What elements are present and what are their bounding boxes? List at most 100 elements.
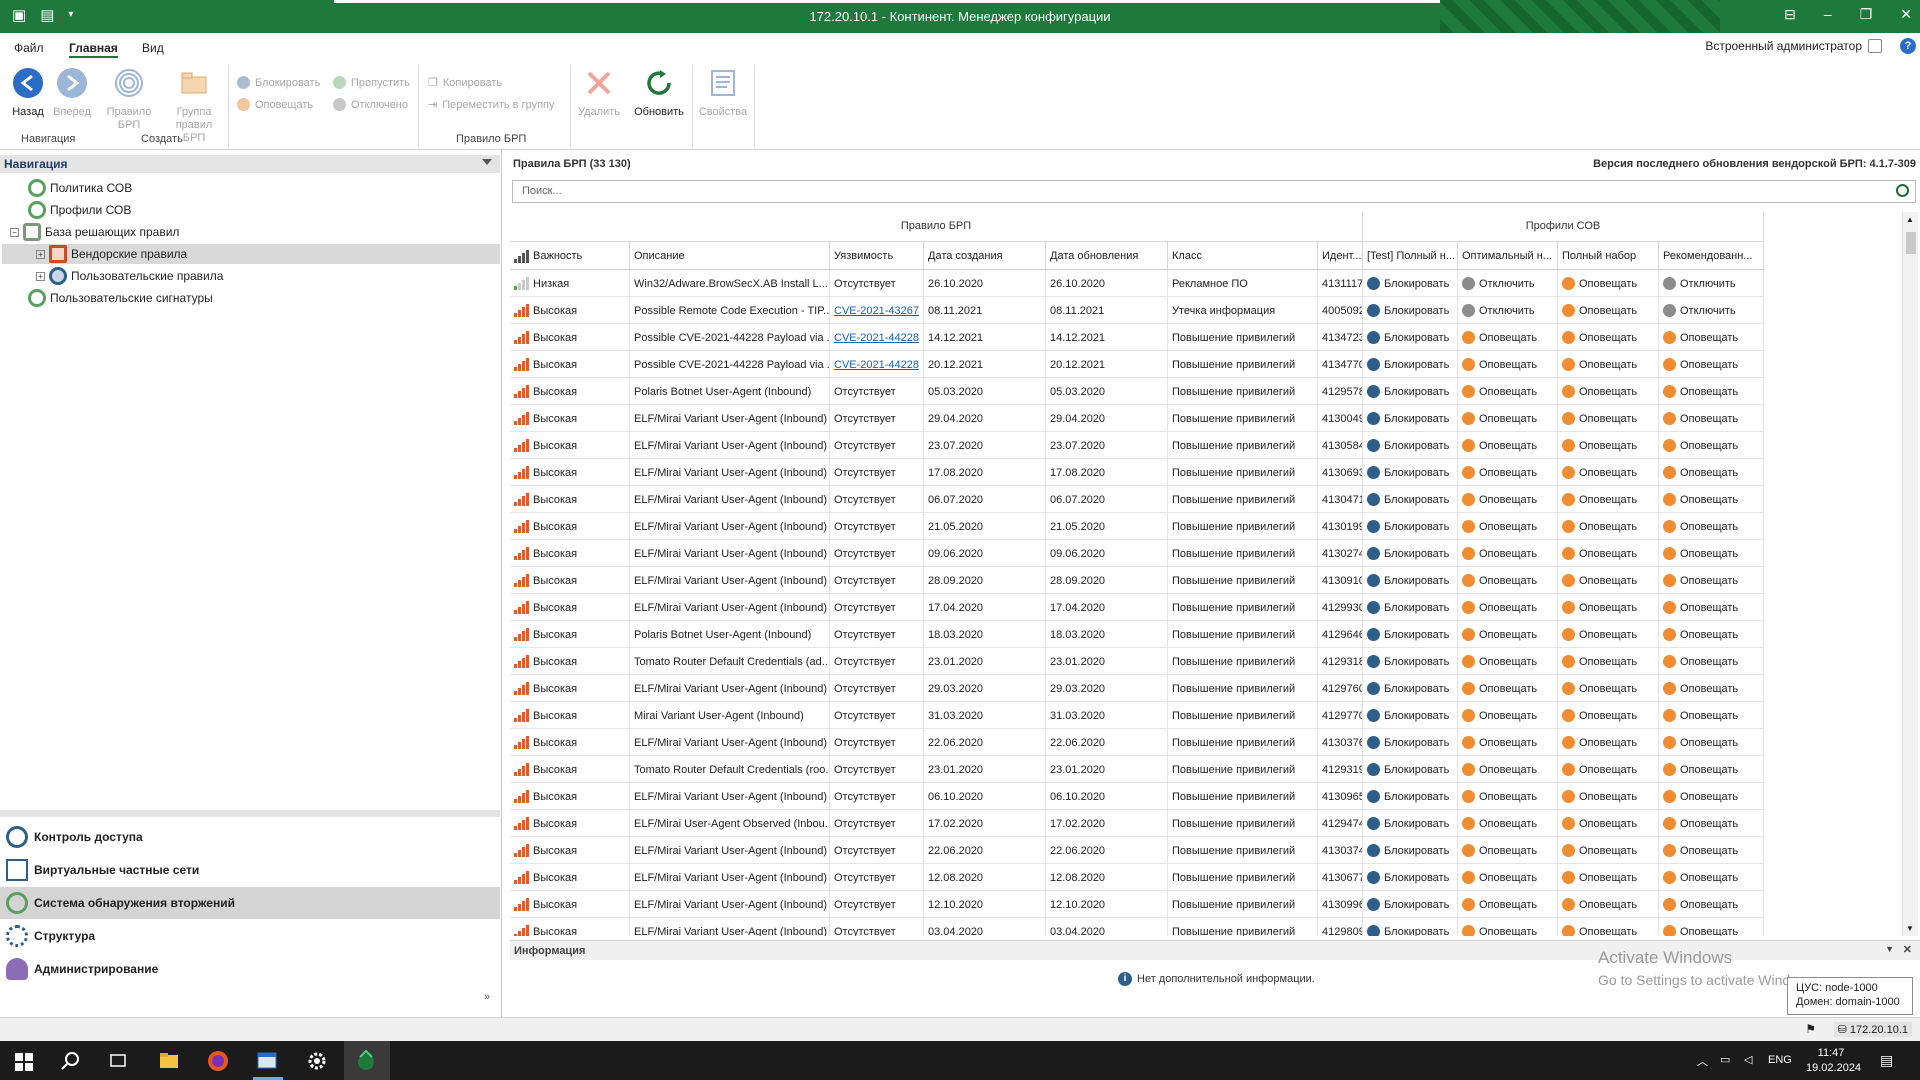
clock[interactable]: 11:47 19.02.2024 bbox=[1806, 1046, 1861, 1076]
tree-ids-profiles[interactable]: Профили СОВ bbox=[28, 200, 131, 220]
table-row[interactable]: Низкая Win32/Adware.BrowSecX.AB Install L… bbox=[510, 270, 1764, 297]
table-row[interactable]: Высокая ELF/Mirai Variant User-Agent (Inb… bbox=[510, 540, 1764, 567]
scroll-down-icon[interactable]: ▼ bbox=[1906, 924, 1914, 933]
help-icon[interactable]: ? bbox=[1900, 38, 1916, 54]
menu-file[interactable]: Файл bbox=[14, 41, 44, 55]
language-indicator[interactable]: ENG bbox=[1768, 1054, 1792, 1066]
maximize-button[interactable]: ❐ bbox=[1860, 6, 1873, 23]
table-row[interactable]: Высокая ELF/Mirai Variant User-Agent (Inb… bbox=[510, 864, 1764, 891]
nav-administration[interactable]: Администрирование bbox=[0, 953, 500, 985]
volume-tray-icon[interactable]: ◁ bbox=[1744, 1053, 1752, 1066]
expand-tree-icon[interactable]: + bbox=[36, 249, 45, 259]
menu-view[interactable]: Вид bbox=[142, 41, 164, 55]
table-row[interactable]: Высокая ELF/Mirai Variant User-Agent (Inb… bbox=[510, 405, 1764, 432]
cve-link[interactable]: CVE-2021-44228 bbox=[834, 325, 919, 351]
search-icon[interactable] bbox=[57, 1047, 85, 1075]
column-header[interactable]: Уязвимость bbox=[830, 242, 924, 270]
table-row[interactable]: Высокая Possible Remote Code Execution - … bbox=[510, 297, 1764, 324]
close-button[interactable]: ✕ bbox=[1900, 6, 1912, 23]
tree-user-rules[interactable]: + Пользовательские правила bbox=[36, 266, 223, 286]
column-header[interactable]: Класс bbox=[1168, 242, 1318, 270]
properties-button[interactable]: Свойства bbox=[697, 67, 749, 119]
table-row[interactable]: Высокая ELF/Mirai Variant User-Agent (Inb… bbox=[510, 837, 1764, 864]
table-row[interactable]: Высокая ELF/Mirai User-Agent Observed (In… bbox=[510, 810, 1764, 837]
table-row[interactable]: Высокая Possible CVE-2021-44228 Payload v… bbox=[510, 351, 1764, 378]
table-row[interactable]: Высокая ELF/Mirai Variant User-Agent (Inb… bbox=[510, 918, 1764, 936]
info-collapse-icon[interactable]: ▼ bbox=[1885, 944, 1894, 954]
table-row[interactable]: Высокая ELF/Mirai Variant User-Agent (Inb… bbox=[510, 783, 1764, 810]
cve-link[interactable]: CVE-2021-44228 bbox=[834, 352, 919, 378]
menu-home[interactable]: Главная bbox=[69, 41, 118, 58]
more-sections-icon[interactable]: » bbox=[484, 991, 490, 1003]
column-header[interactable]: Описание bbox=[630, 242, 830, 270]
table-row[interactable]: Высокая Tomato Router Default Credentials… bbox=[510, 756, 1764, 783]
grid-scrollbar[interactable]: ▲ ▼ bbox=[1902, 212, 1918, 936]
skip-button[interactable]: Пропустить bbox=[333, 76, 410, 89]
refresh-button[interactable]: Обновить bbox=[630, 67, 688, 119]
alert-button[interactable]: Оповещать bbox=[237, 98, 313, 111]
file-explorer-icon[interactable] bbox=[155, 1047, 183, 1075]
windows-start-icon[interactable] bbox=[10, 1047, 38, 1075]
new-rule-button[interactable]: Правило БРП bbox=[104, 67, 154, 132]
table-row[interactable]: Высокая ELF/Mirai Variant User-Agent (Inb… bbox=[510, 729, 1764, 756]
tree-ids-policy[interactable]: Политика СОВ bbox=[28, 178, 132, 198]
column-header[interactable]: [Test] Полный н... bbox=[1363, 242, 1458, 270]
task-view-icon[interactable] bbox=[104, 1047, 132, 1075]
column-header[interactable]: Идент... bbox=[1318, 242, 1363, 270]
column-header[interactable]: Важность bbox=[510, 242, 630, 270]
column-header[interactable]: Оптимальный н... bbox=[1458, 242, 1558, 270]
continent-app-icon[interactable] bbox=[352, 1047, 380, 1075]
table-row[interactable]: Высокая Tomato Router Default Credentials… bbox=[510, 648, 1764, 675]
flag-icon[interactable]: ⚑ bbox=[1805, 1022, 1816, 1036]
tree-user-signatures[interactable]: Пользовательские сигнатуры bbox=[28, 288, 213, 308]
column-header[interactable]: Дата обновления bbox=[1046, 242, 1168, 270]
scroll-thumb[interactable] bbox=[1906, 232, 1916, 254]
network-tray-icon[interactable]: ▭ bbox=[1720, 1053, 1730, 1066]
table-row[interactable]: Высокая ELF/Mirai Variant User-Agent (Inb… bbox=[510, 432, 1764, 459]
scroll-up-icon[interactable]: ▲ bbox=[1906, 215, 1914, 224]
search-icon[interactable] bbox=[1896, 184, 1909, 197]
firefox-icon[interactable] bbox=[204, 1047, 232, 1075]
collapse-arrow-icon[interactable] bbox=[482, 159, 492, 165]
restore-layout-icon[interactable]: ⊟ bbox=[1784, 6, 1796, 23]
table-row[interactable]: Высокая Mirai Variant User-Agent (Inbound… bbox=[510, 702, 1764, 729]
disable-button[interactable]: Отключено bbox=[333, 98, 408, 111]
back-button[interactable]: Назад bbox=[10, 67, 46, 119]
table-row[interactable]: Высокая Polaris Botnet User-Agent (Inboun… bbox=[510, 378, 1764, 405]
notifications-icon[interactable]: ▤ bbox=[1880, 1052, 1893, 1069]
column-header[interactable]: Полный набор bbox=[1558, 242, 1659, 270]
move-to-group-button[interactable]: ⇥ Переместить в группу bbox=[428, 98, 555, 112]
forward-button[interactable]: Вперед bbox=[52, 67, 92, 119]
table-row[interactable]: Высокая ELF/Mirai Variant User-Agent (Inb… bbox=[510, 567, 1764, 594]
collapse-tree-icon[interactable]: − bbox=[10, 227, 19, 237]
tree-vendor-rules[interactable]: + Вендорские правила bbox=[2, 244, 500, 264]
user-info[interactable]: Встроенный администратор bbox=[1705, 39, 1882, 53]
table-row[interactable]: Высокая ELF/Mirai Variant User-Agent (Inb… bbox=[510, 513, 1764, 540]
copy-button[interactable]: ❐ Копировать bbox=[428, 76, 502, 90]
table-row[interactable]: Высокая Possible CVE-2021-44228 Payload v… bbox=[510, 324, 1764, 351]
cve-link[interactable]: CVE-2021-43267 bbox=[834, 298, 919, 324]
search-input[interactable]: Поиск... bbox=[512, 180, 1916, 203]
column-header[interactable]: Рекомендованн... bbox=[1659, 242, 1764, 270]
tray-chevron-icon[interactable]: ︿ bbox=[1697, 1053, 1708, 1069]
delete-button[interactable]: Удалить bbox=[576, 67, 622, 119]
app-window-icon[interactable] bbox=[253, 1047, 281, 1075]
table-row[interactable]: Высокая ELF/Mirai Variant User-Agent (Inb… bbox=[510, 486, 1764, 513]
table-row[interactable]: Высокая ELF/Mirai Variant User-Agent (Inb… bbox=[510, 891, 1764, 918]
block-button[interactable]: Блокировать bbox=[237, 76, 320, 89]
pane-splitter[interactable] bbox=[0, 810, 500, 817]
info-close-icon[interactable]: ✕ bbox=[1903, 943, 1912, 956]
table-row[interactable]: Высокая ELF/Mirai Variant User-Agent (Inb… bbox=[510, 594, 1764, 621]
settings-gear-icon[interactable] bbox=[303, 1047, 331, 1075]
table-row[interactable]: Высокая ELF/Mirai Variant User-Agent (Inb… bbox=[510, 675, 1764, 702]
expand-tree-icon[interactable]: + bbox=[36, 271, 45, 281]
navigation-header[interactable]: Навигация bbox=[0, 155, 500, 173]
table-row[interactable]: Высокая ELF/Mirai Variant User-Agent (Inb… bbox=[510, 459, 1764, 486]
table-row[interactable]: Высокая Polaris Botnet User-Agent (Inboun… bbox=[510, 621, 1764, 648]
nav-structure[interactable]: Структура bbox=[0, 920, 500, 952]
tree-rule-base[interactable]: − База решающих правил bbox=[10, 222, 179, 242]
minimize-button[interactable]: – bbox=[1824, 6, 1832, 23]
nav-vpn[interactable]: Виртуальные частные сети bbox=[0, 854, 500, 886]
nav-access-control[interactable]: Контроль доступа bbox=[0, 821, 500, 853]
nav-ids[interactable]: Система обнаружения вторжений bbox=[0, 887, 500, 919]
